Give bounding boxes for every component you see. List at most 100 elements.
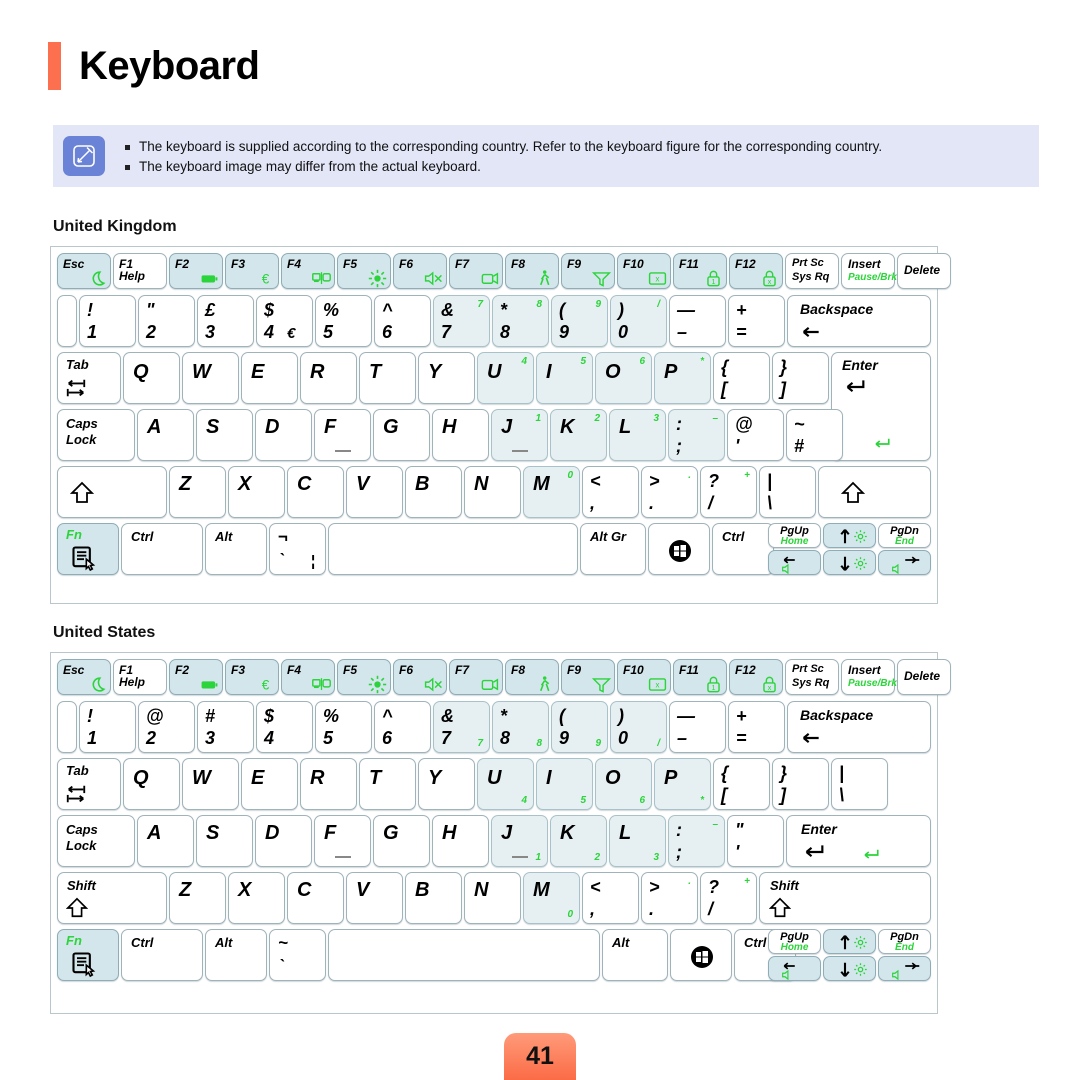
- key-p[interactable]: P *: [654, 352, 711, 404]
- key-u[interactable]: U4: [477, 758, 534, 810]
- key-ctrl-left[interactable]: Ctrl: [121, 523, 203, 575]
- key-h[interactable]: H: [432, 815, 489, 867]
- key-alt-right[interactable]: Alt: [602, 929, 668, 981]
- key-backspace[interactable]: Backspace: [787, 295, 931, 347]
- key-alt-left[interactable]: Alt: [205, 523, 267, 575]
- key-g[interactable]: G: [373, 409, 430, 461]
- key-punct-z-1[interactable]: >..: [641, 872, 698, 924]
- key-arrow-up[interactable]: [823, 523, 876, 548]
- key-r[interactable]: R: [300, 352, 357, 404]
- key-n[interactable]: N: [464, 466, 521, 518]
- key-page-down[interactable]: PgDn End: [878, 929, 931, 954]
- key-caps-lock[interactable]: Caps Lock: [57, 815, 135, 867]
- key-num-4[interactable]: $4: [256, 701, 313, 753]
- key-enter[interactable]: Enter: [831, 352, 931, 461]
- key-punct-z-2[interactable]: ? / +: [700, 872, 757, 924]
- key-page-down[interactable]: PgDn End: [878, 523, 931, 548]
- key-f[interactable]: F: [314, 815, 371, 867]
- key-page-up[interactable]: PgUp Home: [768, 929, 821, 954]
- key-num-=[interactable]: + =: [728, 295, 785, 347]
- key-num-5[interactable]: % 5: [315, 295, 372, 347]
- key-y[interactable]: Y: [418, 758, 475, 810]
- key-num-–[interactable]: — –: [669, 295, 726, 347]
- key-e[interactable]: E: [241, 758, 298, 810]
- key-arrow-right[interactable]: [878, 550, 931, 575]
- key-num-3[interactable]: £3: [197, 295, 254, 347]
- key-arrow-right[interactable]: [878, 956, 931, 981]
- key-w[interactable]: W: [182, 758, 239, 810]
- key-m[interactable]: M0: [523, 466, 580, 518]
- key-grave[interactable]: ¬ ` ¦: [269, 523, 326, 575]
- key-f2[interactable]: F2: [169, 659, 223, 695]
- key-t[interactable]: T: [359, 352, 416, 404]
- key-num-8[interactable]: * 8 8: [492, 701, 549, 753]
- key-f3[interactable]: F3 €: [225, 253, 279, 289]
- key-o[interactable]: O6: [595, 758, 652, 810]
- key-f1[interactable]: F1 Help: [113, 253, 167, 289]
- key-alt-left[interactable]: Alt: [205, 929, 267, 981]
- key-punct-z-1[interactable]: >..: [641, 466, 698, 518]
- key-f[interactable]: F: [314, 409, 371, 461]
- key-ctrl-right[interactable]: Ctrl: [712, 523, 774, 575]
- key-punct-z-0[interactable]: <,: [582, 872, 639, 924]
- key-punct-a-1[interactable]: @ ': [727, 409, 784, 461]
- key-t[interactable]: T: [359, 758, 416, 810]
- key-num-0[interactable]: ) 0 /: [610, 701, 667, 753]
- key-w[interactable]: W: [182, 352, 239, 404]
- key-tab[interactable]: Tab: [57, 352, 121, 404]
- key-f8[interactable]: F8: [505, 659, 559, 695]
- key-f12[interactable]: F12 x: [729, 253, 783, 289]
- key-shift-right[interactable]: [818, 466, 931, 518]
- key-num-7[interactable]: & 7 7: [433, 701, 490, 753]
- key-a[interactable]: A: [137, 815, 194, 867]
- key-space[interactable]: [328, 523, 578, 575]
- key-v[interactable]: V: [346, 466, 403, 518]
- key-num-7[interactable]: & 7 7: [433, 295, 490, 347]
- key-shift-right[interactable]: Shift: [759, 872, 931, 924]
- key-q[interactable]: Q: [123, 758, 180, 810]
- key-enter[interactable]: Enter: [786, 815, 931, 867]
- key-f5[interactable]: F5: [337, 253, 391, 289]
- key-f11[interactable]: F11 1: [673, 659, 727, 695]
- key-shift-left[interactable]: [57, 466, 167, 518]
- key-r[interactable]: R: [300, 758, 357, 810]
- key-z[interactable]: Z: [169, 466, 226, 518]
- key-s[interactable]: S: [196, 409, 253, 461]
- key-j[interactable]: J1: [491, 409, 548, 461]
- key-num-3[interactable]: #3: [197, 701, 254, 753]
- key-num-6[interactable]: ^ 6: [374, 295, 431, 347]
- key-num-6[interactable]: ^ 6: [374, 701, 431, 753]
- key-x[interactable]: X: [228, 466, 285, 518]
- key-ctrl-left[interactable]: Ctrl: [121, 929, 203, 981]
- key-l[interactable]: L3: [609, 815, 666, 867]
- key-i[interactable]: I5: [536, 352, 593, 404]
- key-f2[interactable]: F2: [169, 253, 223, 289]
- key-punct-a-2[interactable]: ~ #: [786, 409, 843, 461]
- key-num-8[interactable]: * 8 8: [492, 295, 549, 347]
- key-f7[interactable]: F7: [449, 659, 503, 695]
- key-f6[interactable]: F6: [393, 253, 447, 289]
- key-punct-z-3[interactable]: | \: [759, 466, 816, 518]
- key-j[interactable]: J1: [491, 815, 548, 867]
- key-num-1[interactable]: ! 1: [79, 701, 136, 753]
- key-bracket-0[interactable]: {[: [713, 758, 770, 810]
- key-half-blank[interactable]: [57, 295, 77, 347]
- key-f5[interactable]: F5: [337, 659, 391, 695]
- key-f10[interactable]: F10 x: [617, 659, 671, 695]
- key-punct-a-1[interactable]: " ': [727, 815, 784, 867]
- key-f3[interactable]: F3 €: [225, 659, 279, 695]
- key-f10[interactable]: F10 x: [617, 253, 671, 289]
- key-f6[interactable]: F6: [393, 659, 447, 695]
- key-num-0[interactable]: ) 0 /: [610, 295, 667, 347]
- key-d[interactable]: D: [255, 409, 312, 461]
- key-f7[interactable]: F7: [449, 253, 503, 289]
- key-shift-left[interactable]: Shift: [57, 872, 167, 924]
- key-s[interactable]: S: [196, 815, 253, 867]
- key-n[interactable]: N: [464, 872, 521, 924]
- key-arrow-down[interactable]: [823, 956, 876, 981]
- key-backspace[interactable]: Backspace: [787, 701, 931, 753]
- key-f9[interactable]: F9: [561, 659, 615, 695]
- key-q[interactable]: Q: [123, 352, 180, 404]
- key-insert[interactable]: Insert Pause/Brk: [841, 659, 897, 695]
- key-k[interactable]: K2: [550, 409, 607, 461]
